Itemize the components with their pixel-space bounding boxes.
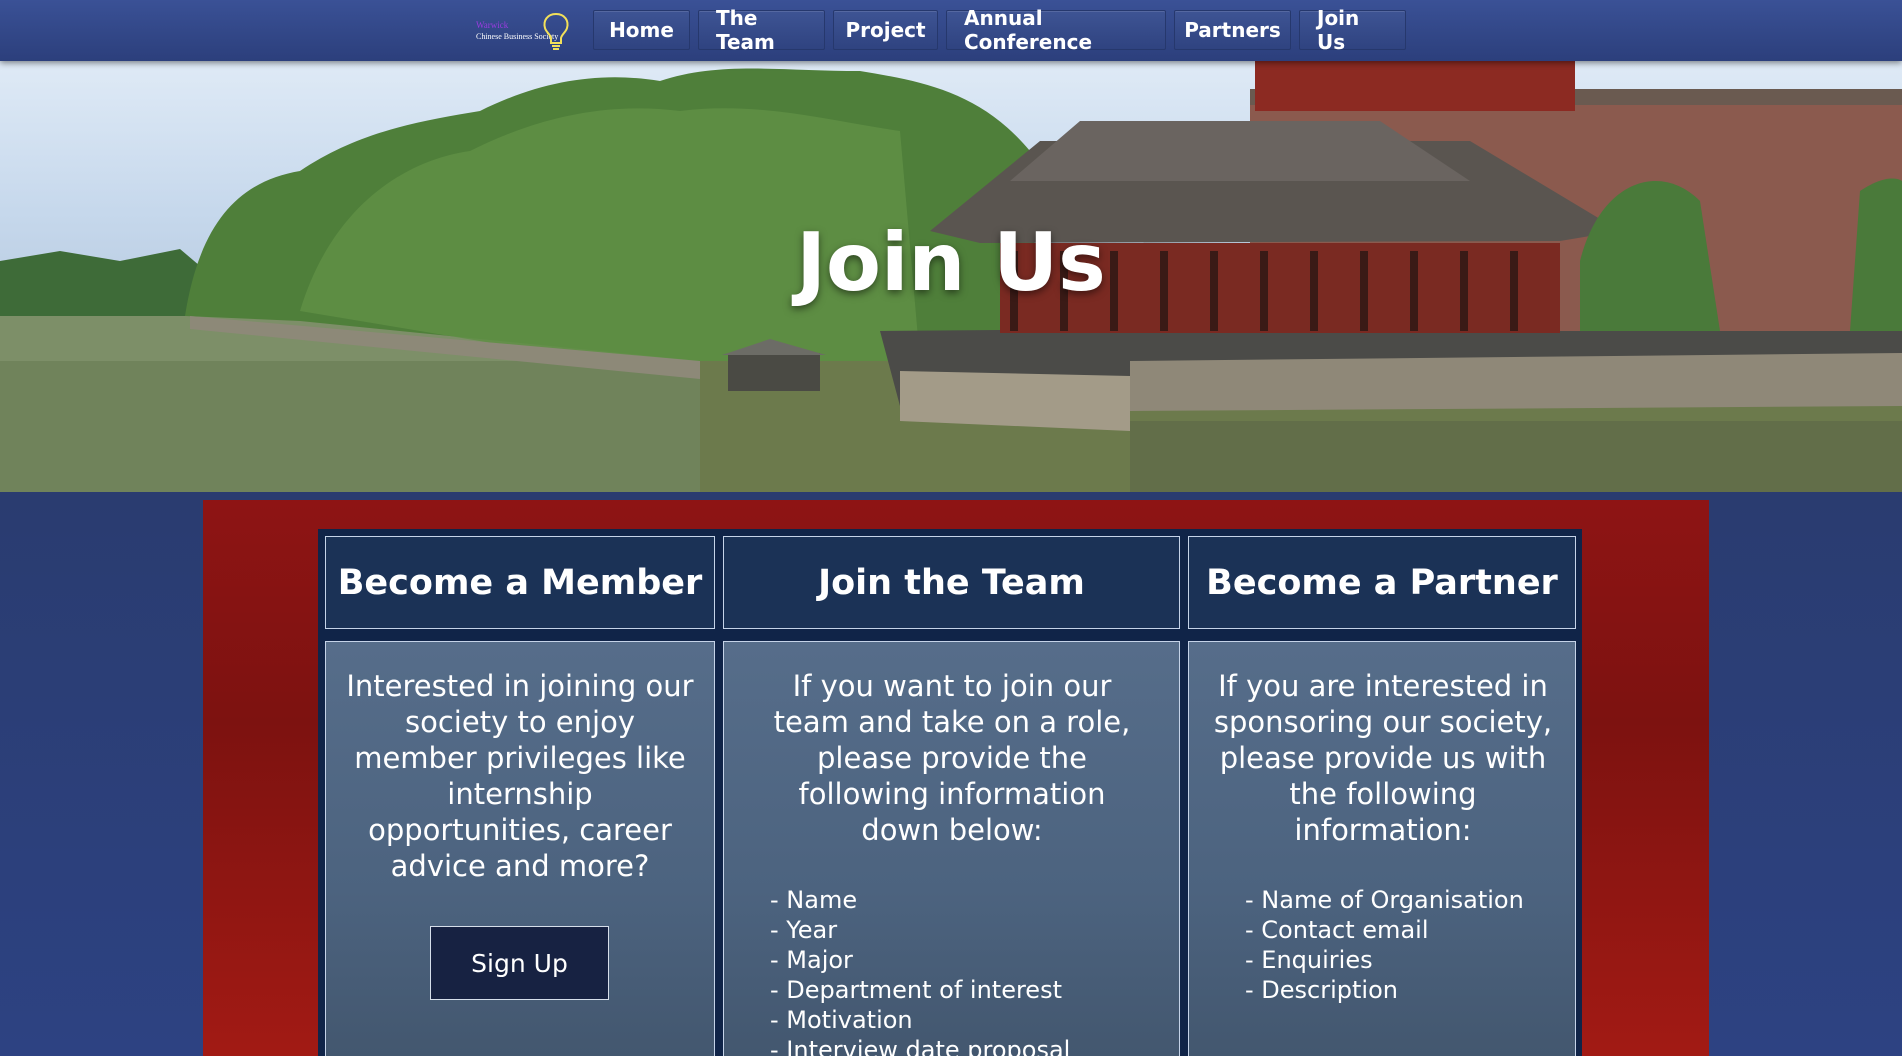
list-item: - Department of interest bbox=[770, 976, 1062, 1004]
main-nav: Home The Team Project Annual Conference … bbox=[593, 6, 1406, 54]
top-navbar: Warwick Chinese Business Society Home Th… bbox=[0, 0, 1902, 61]
list-item: - Motivation bbox=[770, 1006, 913, 1034]
nav-the-team[interactable]: The Team bbox=[698, 6, 825, 54]
list-item: - Name bbox=[770, 886, 858, 914]
card-heading-partner: Become a Partner bbox=[1188, 536, 1576, 629]
card-member-text: Interested in joining our society to enj… bbox=[346, 669, 694, 883]
card-partner-list: - Name of Organisation - Contact email -… bbox=[1245, 885, 1524, 1005]
nav-home[interactable]: Home bbox=[593, 10, 690, 50]
card-team: If you want to join our team and take on… bbox=[723, 641, 1180, 1056]
list-item: - Year bbox=[770, 916, 838, 944]
sign-up-button[interactable]: Sign Up bbox=[430, 926, 609, 1000]
card-partner: If you are interested in sponsoring our … bbox=[1188, 641, 1576, 1056]
nav-annual-conference[interactable]: Annual Conference bbox=[946, 6, 1166, 54]
card-partner-text: If you are interested in sponsoring our … bbox=[1213, 669, 1553, 847]
nav-join-us[interactable]: Join Us bbox=[1299, 6, 1406, 54]
list-item: - Contact email bbox=[1245, 916, 1429, 944]
list-item: - Description bbox=[1245, 976, 1398, 1004]
card-heading-member: Become a Member bbox=[325, 536, 715, 629]
list-item: - Major bbox=[770, 946, 853, 974]
list-item: - Interview date proposal bbox=[770, 1036, 1071, 1056]
card-team-list: - Name - Year - Major - Department of in… bbox=[770, 885, 1070, 1056]
site-logo[interactable]: Warwick Chinese Business Society bbox=[476, 10, 572, 52]
card-team-text: If you want to join our team and take on… bbox=[773, 669, 1131, 847]
lightbulb-icon bbox=[543, 12, 569, 50]
page-title: Join Us bbox=[796, 216, 1106, 309]
hero-banner: Join Us bbox=[0, 61, 1902, 492]
logo-line1: Warwick bbox=[476, 20, 509, 30]
nav-partners[interactable]: Partners bbox=[1174, 10, 1291, 50]
card-heading-team: Join the Team bbox=[723, 536, 1180, 629]
list-item: - Enquiries bbox=[1245, 946, 1373, 974]
nav-project[interactable]: Project bbox=[833, 10, 938, 50]
list-item: - Name of Organisation bbox=[1245, 886, 1524, 914]
